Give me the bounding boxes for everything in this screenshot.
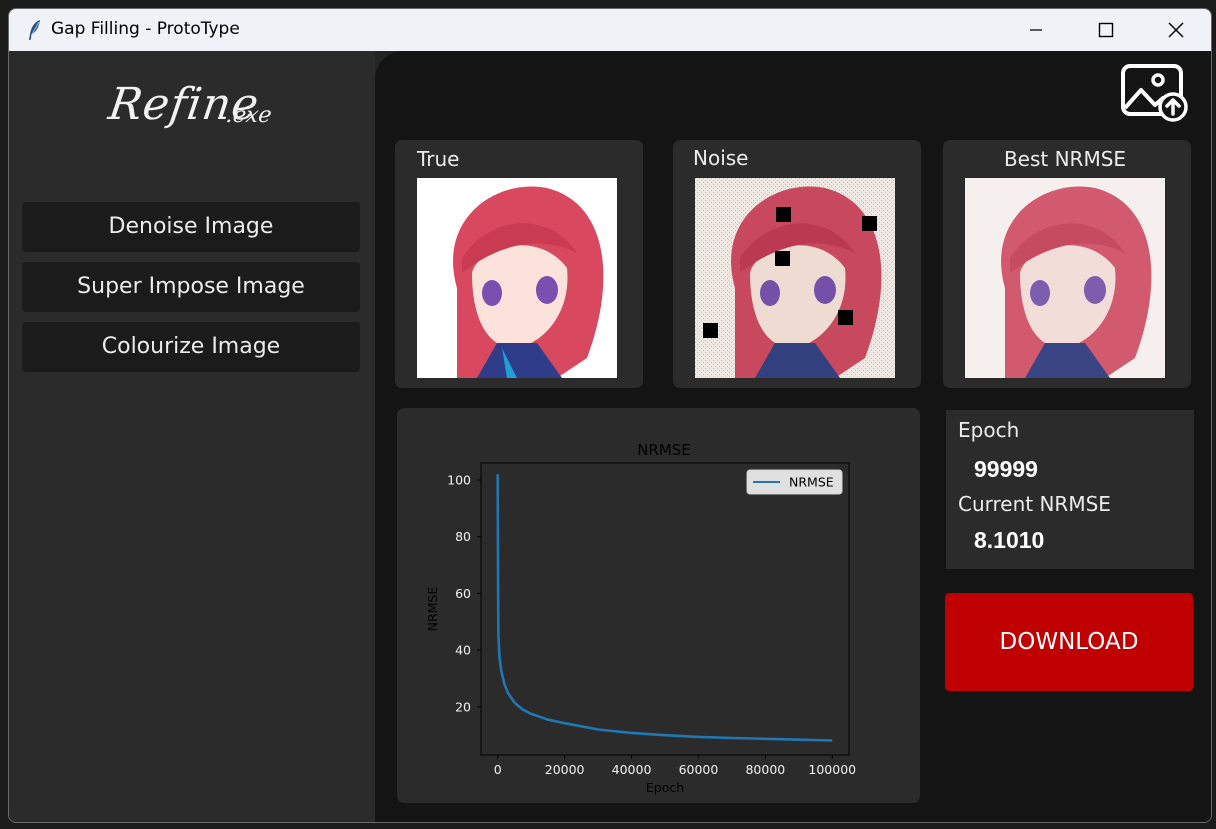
- best-nrmse-image: [965, 178, 1165, 378]
- current-nrmse-label: Current NRMSE: [958, 492, 1111, 516]
- x-tick-label: 80000: [745, 762, 785, 777]
- noise-image: [695, 178, 895, 378]
- minimize-icon: [1030, 29, 1042, 31]
- true-image: [417, 178, 617, 378]
- epoch-value: 99999: [974, 456, 1038, 482]
- noise-image-label: Noise: [693, 146, 749, 170]
- true-image-card: True: [395, 140, 643, 388]
- best-nrmse-image-card: Best NRMSE: [943, 140, 1191, 388]
- best-nrmse-label: Best NRMSE: [1003, 147, 1127, 171]
- minimize-button[interactable]: [1001, 9, 1071, 51]
- epoch-label: Epoch: [958, 418, 1020, 442]
- close-icon: [1168, 22, 1184, 38]
- main-panel: True Noise Best NRMSE NRMSE 0 20000 4000…: [375, 51, 1211, 822]
- super-impose-image-button[interactable]: Super Impose Image: [22, 262, 360, 312]
- y-tick-label: 40: [455, 643, 471, 658]
- feather-icon: [29, 20, 40, 40]
- plot-area: [480, 462, 850, 756]
- download-button[interactable]: DOWNLOAD: [945, 593, 1193, 691]
- maximize-icon: [1098, 22, 1114, 38]
- x-tick-label: 20000: [545, 762, 585, 777]
- nrmse-chart: 0 20000 40000 60000 80000 100000 20 40 60 80 100 Ep…: [425, 462, 856, 795]
- x-tick-label: 100000: [808, 762, 856, 777]
- stats-card: Epoch 99999 Current NRMSE 8.1010: [946, 410, 1194, 569]
- nrmse-chart-card: NRMSE 0 20000 40000 60000 80000 100000 20 40 60 8…: [397, 408, 920, 803]
- noise-image-card: Noise: [673, 140, 921, 388]
- denoise-image-button[interactable]: Denoise Image: [22, 202, 360, 252]
- legend-label: NRMSE: [789, 475, 834, 490]
- app-window: Gap Filling - ProtoType Refine .exe Deno…: [8, 8, 1212, 823]
- current-nrmse-value: 8.1010: [974, 527, 1045, 553]
- x-axis-label: Epoch: [646, 780, 684, 795]
- x-tick-label: 40000: [612, 762, 652, 777]
- x-tick-label: 0: [494, 762, 502, 777]
- y-tick-label: 100: [447, 473, 471, 488]
- app-logo: Refine .exe: [105, 79, 279, 151]
- window-title: Gap Filling - ProtoType: [51, 19, 240, 39]
- colourize-image-button[interactable]: Colourize Image: [22, 322, 360, 372]
- y-tick-label: 20: [455, 699, 471, 714]
- true-image-label: True: [417, 147, 460, 171]
- close-button[interactable]: [1141, 9, 1211, 51]
- sidebar: Refine .exe Denoise Image Super Impose I…: [9, 51, 375, 822]
- y-tick-label: 60: [455, 586, 471, 601]
- title-bar: Gap Filling - ProtoType: [9, 9, 1211, 51]
- y-axis-label: NRMSE: [425, 587, 440, 632]
- logo-extension: .exe: [224, 103, 274, 128]
- y-tick-label: 80: [455, 529, 471, 544]
- image-upload-icon[interactable]: [1121, 63, 1189, 123]
- maximize-button[interactable]: [1071, 9, 1141, 51]
- x-tick-label: 60000: [679, 762, 719, 777]
